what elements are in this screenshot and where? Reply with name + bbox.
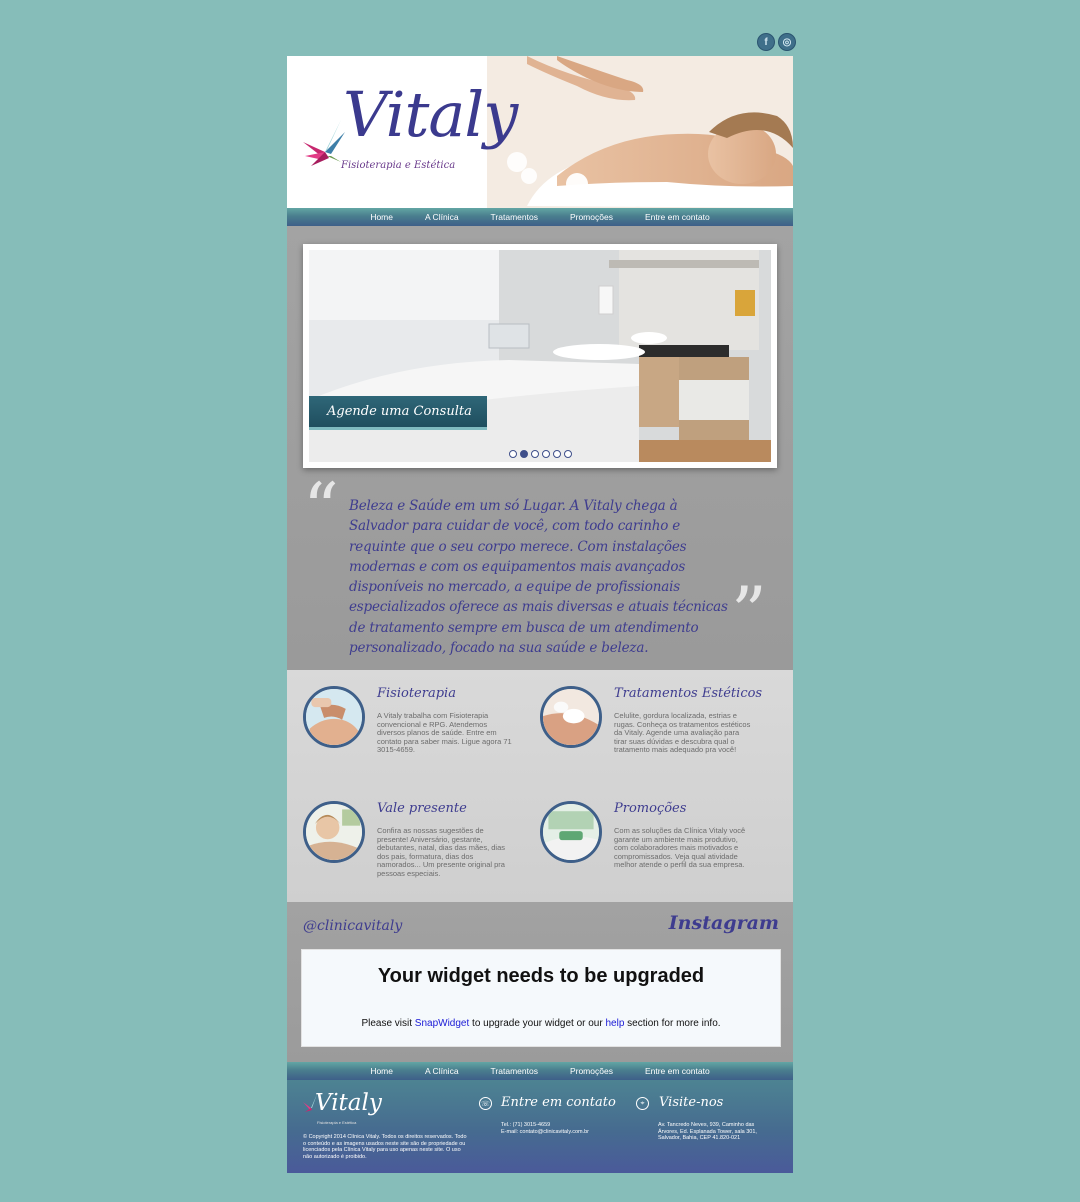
footer-logo-text[interactable]: Vitaly [315, 1090, 382, 1116]
feature-title: Vale presente [377, 801, 467, 816]
feature-text: A Vitaly trabalha com Fisioterapia conve… [377, 711, 512, 755]
close-quote-icon: ” [731, 572, 767, 654]
feature-tratamentos-esteticos[interactable]: Tratamentos Estéticos Celulite, gordura … [540, 686, 770, 786]
site-header: Vitaly Fisioterapia e Estética [287, 56, 793, 208]
widget-text-post: section for more info. [624, 1018, 721, 1029]
feature-promocoes[interactable]: Promoções Com as soluções da Clínica Vit… [540, 801, 770, 901]
nav-a-clinica[interactable]: A Clínica [425, 212, 459, 222]
feature-text: Com as soluções da Clínica Vitaly você g… [614, 826, 746, 870]
slider-dot-active[interactable] [520, 450, 528, 458]
snapwidget-box: Your widget needs to be upgraded Please … [301, 949, 781, 1047]
feature-vale-presente[interactable]: Vale presente Confira as nossas sugestõe… [303, 801, 533, 901]
visit-heading: Visite-nos [659, 1095, 724, 1110]
widget-text-pre: Please visit [361, 1018, 415, 1029]
logo-subtitle: Fisioterapia e Estética [341, 160, 456, 171]
instagram-logo[interactable]: Instagram [669, 912, 779, 934]
nav-promocoes[interactable]: Promoções [570, 1066, 613, 1076]
snapwidget-link[interactable]: SnapWidget [415, 1018, 469, 1029]
widget-title: Your widget needs to be upgraded [377, 965, 705, 987]
feature-text: Confira as nossas sugestões de presente!… [377, 826, 505, 878]
nav-entre-em-contato[interactable]: Entre em contato [645, 212, 710, 222]
intro-quote: Beleza e Saúde em um só Lugar. A Vitaly … [349, 498, 728, 657]
contact-phone: Tel.: (71) 3015-4659 [501, 1122, 551, 1128]
slide-clinic-room-image [309, 250, 771, 462]
phone-icon: ☏ [479, 1097, 492, 1110]
page-container: Vitaly Fisioterapia e Estética Home A Cl… [287, 56, 793, 1173]
logo-text[interactable]: Vitaly [343, 78, 518, 151]
slider-dots [509, 450, 572, 458]
main-nav: Home A Clínica Tratamentos Promoções Ent… [287, 208, 793, 226]
features-section: Fisioterapia A Vitaly trabalha com Fisio… [287, 670, 793, 902]
address-text: Av. Tancredo Neves, 939, Caminho das Árv… [658, 1122, 757, 1141]
location-icon: ⌖ [636, 1097, 649, 1110]
nav-a-clinica[interactable]: A Clínica [425, 1066, 459, 1076]
nav-tratamentos[interactable]: Tratamentos [491, 1066, 538, 1076]
feature-title: Fisioterapia [377, 686, 456, 701]
promotions-image [540, 801, 602, 863]
facebook-icon[interactable]: f [757, 33, 775, 51]
slider-dot[interactable] [509, 450, 517, 458]
nav-home[interactable]: Home [370, 1066, 393, 1076]
slider-dot[interactable] [542, 450, 550, 458]
instagram-handle[interactable]: @clinicavitaly [303, 918, 402, 934]
contact-heading: Entre em contato [501, 1095, 616, 1110]
widget-text-mid: to upgrade your widget or our [469, 1018, 606, 1029]
nav-entre-em-contato[interactable]: Entre em contato [645, 1066, 710, 1076]
open-quote-icon: “ [303, 468, 339, 550]
footer-nav: Home A Clínica Tratamentos Promoções Ent… [287, 1062, 793, 1080]
nav-home[interactable]: Home [370, 212, 393, 222]
slider-dot[interactable] [553, 450, 561, 458]
copyright-text: © Copyright 2014 Clínica Vitaly. Todos o… [303, 1134, 467, 1160]
widget-message: Please visit SnapWidget to upgrade your … [302, 1018, 780, 1029]
site-footer: Vitaly Fisioterapia e Estética © Copyrig… [287, 1080, 793, 1173]
gift-voucher-image [303, 801, 365, 863]
feature-title: Tratamentos Estéticos [614, 686, 763, 701]
footer-logo-subtitle: Fisioterapia e Estética [317, 1120, 357, 1125]
physiotherapy-image [303, 686, 365, 748]
aesthetic-treatment-image [540, 686, 602, 748]
nav-promocoes[interactable]: Promoções [570, 212, 613, 222]
feature-title: Promoções [614, 801, 687, 816]
feature-text: Celulite, gordura localizada, estrias e … [614, 711, 751, 755]
instagram-icon[interactable]: ◎ [778, 33, 796, 51]
hero-massage-image [487, 56, 793, 208]
schedule-appointment-button[interactable]: Agende uma Consulta [309, 396, 487, 430]
feature-fisioterapia[interactable]: Fisioterapia A Vitaly trabalha com Fisio… [303, 686, 533, 786]
nav-tratamentos[interactable]: Tratamentos [491, 212, 538, 222]
image-slider: Agende uma Consulta [303, 244, 777, 468]
instagram-section: @clinicavitaly Instagram Your widget nee… [287, 902, 793, 1062]
social-links: f ◎ [757, 33, 796, 51]
help-link[interactable]: help [605, 1018, 624, 1029]
slider-dot[interactable] [531, 450, 539, 458]
slider-dot[interactable] [564, 450, 572, 458]
contact-email[interactable]: E-mail: contato@clinicavitaly.com.br [501, 1129, 589, 1136]
